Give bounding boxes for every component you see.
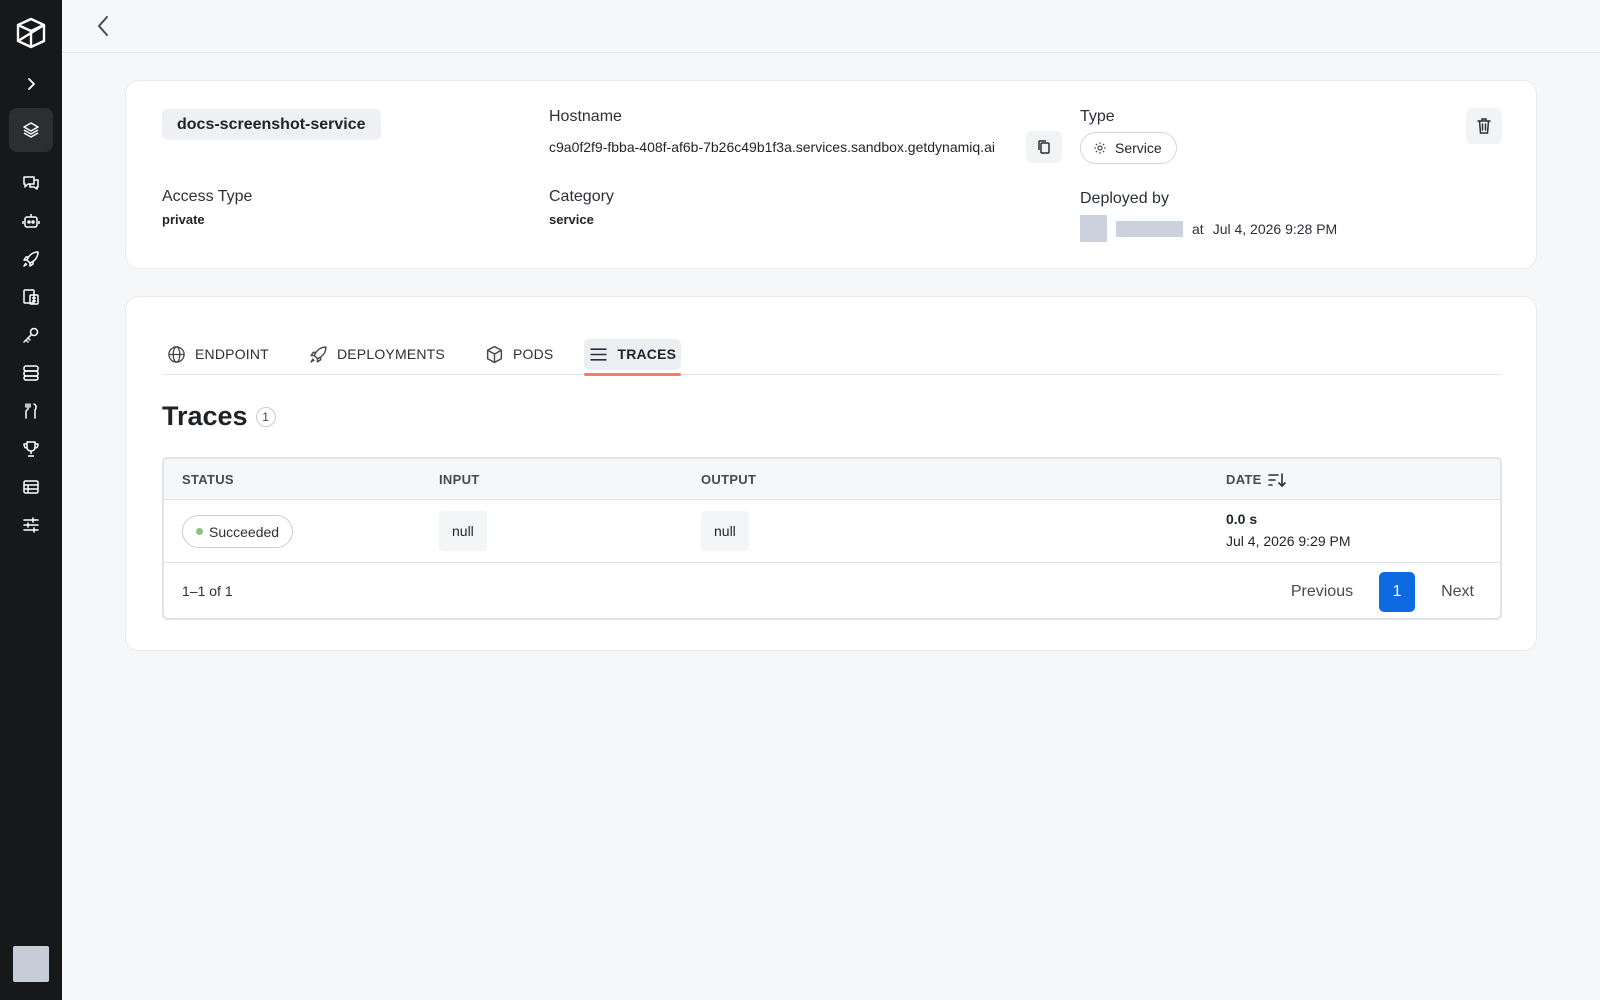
deployed-by-row: at Jul 4, 2026 9:28 PM	[1080, 215, 1337, 242]
hostname-value: c9a0f2f9-fbba-408f-af6b-7b26c49b1f3a.ser…	[549, 139, 995, 155]
service-name: docs-screenshot-service	[162, 109, 381, 140]
tab-endpoint[interactable]: ENDPOINT	[162, 333, 274, 375]
table-header: STATUS INPUT OUTPUT DATE	[164, 459, 1500, 500]
type-badge: Service	[1080, 132, 1177, 164]
rocket-icon	[310, 345, 327, 363]
page-1-button[interactable]: 1	[1379, 572, 1416, 612]
sidebar-item-chat[interactable]	[9, 164, 53, 202]
column-date-label: DATE	[1226, 472, 1262, 487]
sidebar-item-keys[interactable]	[9, 316, 53, 354]
type-value: Service	[1115, 140, 1162, 156]
tab-deployments[interactable]: DEPLOYMENTS	[304, 333, 450, 375]
tab-bar: ENDPOINT DEPLOYMENTS PODS TRACES	[162, 333, 1502, 376]
output-value: null	[701, 511, 749, 551]
traces-card: ENDPOINT DEPLOYMENTS PODS TRACES Traces …	[125, 296, 1537, 651]
hostname-label: Hostname	[549, 108, 622, 125]
trophy-icon	[23, 441, 39, 457]
cube-icon	[486, 345, 503, 363]
chevron-right-icon	[28, 78, 35, 90]
status-badge: Succeeded	[182, 515, 294, 548]
deployed-date: Jul 4, 2026 9:28 PM	[1212, 220, 1338, 237]
tab-pods[interactable]: PODS	[480, 333, 558, 375]
tab-deployments-label: DEPLOYMENTS	[336, 346, 445, 362]
trace-duration: 0.0 s	[1226, 511, 1258, 527]
deployed-at-word: at	[1192, 220, 1204, 237]
sidebar-item-deployments[interactable]	[9, 240, 53, 278]
sidebar-item-tools[interactable]	[9, 392, 53, 430]
traces-title: Traces	[162, 401, 248, 431]
status-text: Succeeded	[209, 523, 280, 540]
gear-icon	[1094, 142, 1106, 154]
sidebar-item-knowledge[interactable]	[9, 278, 53, 316]
dynamiq-logo-icon[interactable]	[15, 16, 47, 50]
previous-page-button[interactable]: Previous	[1291, 583, 1353, 601]
rocket-icon	[23, 251, 39, 267]
tools-icon	[25, 403, 37, 419]
column-date[interactable]: DATE	[1226, 472, 1286, 487]
access-type-label: Access Type	[162, 188, 253, 205]
traces-count-badge: 1	[255, 406, 276, 427]
service-info-card: docs-screenshot-service Hostname c9a0f2f…	[125, 80, 1537, 269]
column-input: INPUT	[439, 472, 480, 487]
access-type-value: private	[162, 212, 205, 227]
sidebar-item-services[interactable]	[9, 108, 53, 152]
traces-heading: Traces 1	[162, 401, 276, 432]
copy-icon	[1038, 140, 1050, 154]
column-output: OUTPUT	[701, 472, 757, 487]
documents-icon	[23, 289, 39, 305]
trash-icon	[1477, 118, 1491, 134]
delete-service-button[interactable]	[1466, 108, 1502, 144]
category-label: Category	[549, 188, 614, 205]
globe-icon	[168, 345, 185, 363]
bot-icon	[22, 214, 40, 228]
tab-pods-label: PODS	[512, 346, 554, 362]
copy-hostname-button[interactable]	[1026, 131, 1062, 163]
table-footer: 1–1 of 1 Previous 1 Next	[164, 563, 1500, 618]
database-icon	[23, 365, 39, 381]
column-status: STATUS	[182, 472, 234, 487]
input-value: null	[439, 511, 487, 551]
chevron-left-icon	[98, 16, 108, 36]
chat-icon	[23, 176, 39, 190]
type-label: Type	[1080, 108, 1115, 125]
status-dot	[196, 528, 203, 535]
key-icon	[23, 327, 39, 343]
category-value: service	[549, 212, 594, 227]
sidebar-item-datasets[interactable]	[9, 468, 53, 506]
table-icon	[23, 480, 39, 494]
top-bar	[62, 0, 1600, 53]
list-icon	[590, 347, 608, 361]
sidebar-item-storage[interactable]	[9, 354, 53, 392]
back-button[interactable]	[92, 14, 116, 38]
next-page-button[interactable]: Next	[1441, 583, 1474, 601]
traces-table: STATUS INPUT OUTPUT DATE Succeeded null …	[162, 457, 1502, 620]
user-avatar[interactable]	[13, 946, 49, 982]
trace-date: Jul 4, 2026 9:29 PM	[1226, 533, 1351, 549]
pagination-range: 1–1 of 1	[182, 583, 233, 599]
table-row[interactable]: Succeeded null null 0.0 s Jul 4, 2026 9:…	[164, 500, 1500, 563]
tab-endpoint-label: ENDPOINT	[195, 346, 269, 362]
expand-sidebar-button[interactable]	[19, 72, 43, 96]
pagination: Previous 1 Next	[1291, 572, 1474, 612]
layers-icon	[23, 122, 39, 138]
sidebar	[0, 0, 62, 1000]
sliders-icon	[23, 517, 39, 533]
sidebar-item-settings[interactable]	[9, 506, 53, 544]
deployer-name-redacted	[1116, 220, 1183, 237]
tab-traces-label: TRACES	[617, 346, 677, 362]
sidebar-nav	[9, 108, 53, 544]
sidebar-item-agents[interactable]	[9, 202, 53, 240]
deployed-by-label: Deployed by	[1080, 190, 1169, 207]
sidebar-item-evaluations[interactable]	[9, 430, 53, 468]
tab-traces[interactable]: TRACES	[584, 333, 682, 376]
sort-descending-icon	[1267, 472, 1286, 487]
deployer-avatar	[1080, 215, 1107, 242]
